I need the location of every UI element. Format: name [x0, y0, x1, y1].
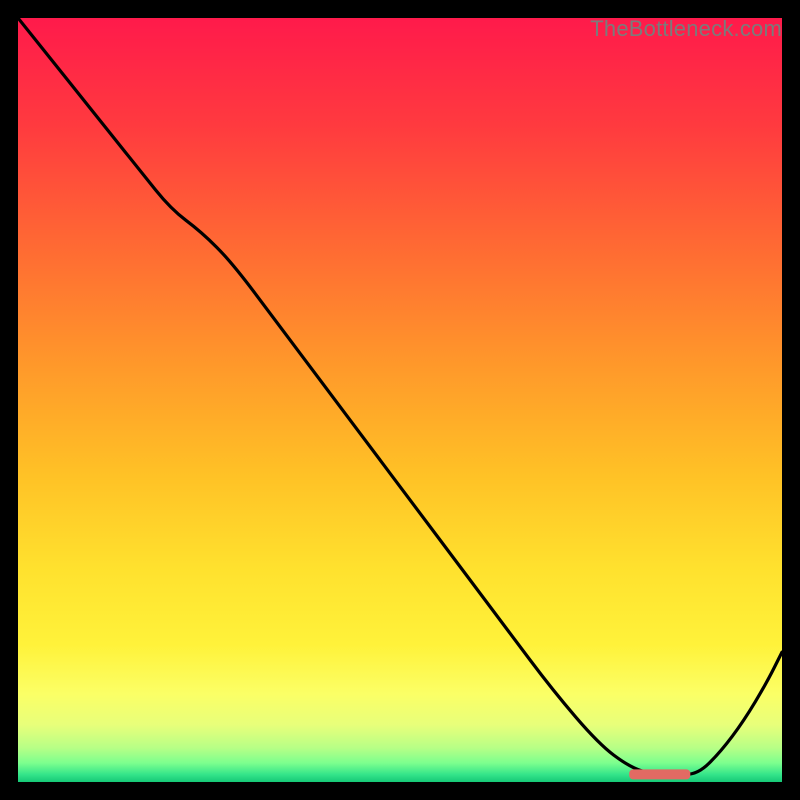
bottleneck-chart — [18, 18, 782, 782]
optimal-range-marker — [629, 769, 690, 779]
chart-frame: TheBottleneck.com — [18, 18, 782, 782]
watermark-text: TheBottleneck.com — [590, 16, 782, 42]
gradient-background — [18, 18, 782, 782]
